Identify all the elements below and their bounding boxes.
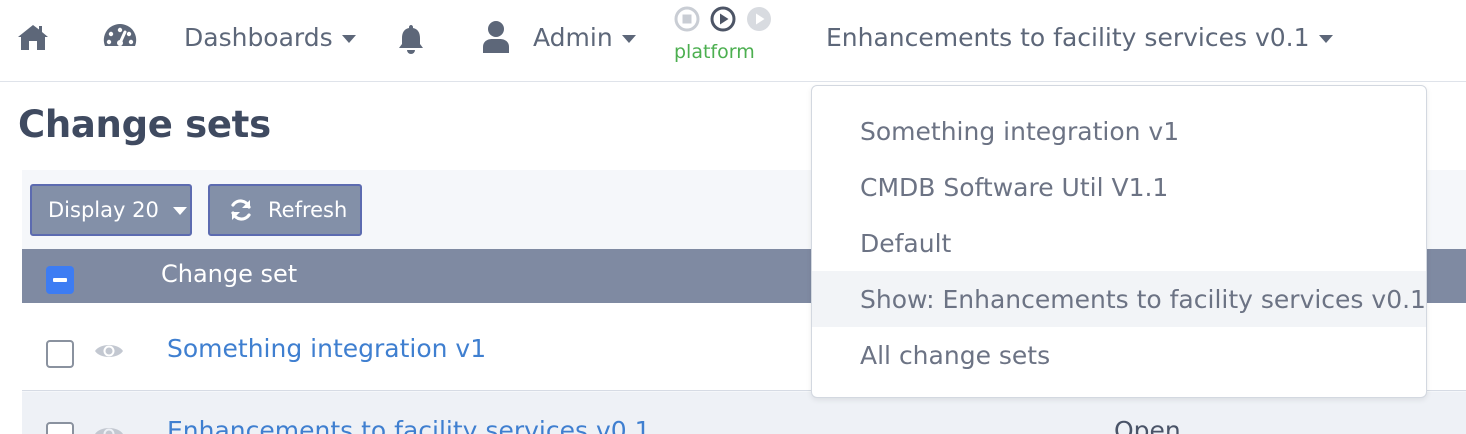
column-header-change-set: Change set [161, 260, 298, 288]
play-icon[interactable] [710, 6, 736, 32]
chevron-down-icon [621, 34, 636, 43]
refresh-button[interactable]: Refresh [208, 184, 362, 236]
display-count-button[interactable]: Display 20 [30, 184, 192, 236]
display-count-label: Display 20 [48, 198, 159, 222]
admin-label: Admin [533, 23, 613, 52]
row-checkbox[interactable] [46, 340, 74, 368]
home-icon[interactable] [16, 22, 50, 52]
dropdown-item-something-integration[interactable]: Something integration v1 [812, 103, 1426, 159]
media-controls [674, 6, 772, 32]
row-checkbox[interactable] [46, 422, 74, 434]
select-all-checkbox[interactable] [46, 266, 74, 294]
play-disabled-icon[interactable] [746, 6, 772, 32]
page-title: Change sets [18, 103, 271, 146]
stop-icon[interactable] [674, 6, 700, 32]
chevron-down-icon [172, 207, 187, 215]
dropdown-item-default[interactable]: Default [812, 215, 1426, 271]
dashboards-menu[interactable]: Dashboards [184, 23, 356, 52]
eye-icon[interactable] [94, 423, 124, 434]
row-link[interactable]: Something integration v1 [167, 334, 486, 363]
refresh-icon [228, 197, 254, 223]
chevron-down-icon [341, 34, 356, 43]
platform-label: platform [674, 41, 755, 63]
dropdown-item-cmdb-software-util[interactable]: CMDB Software Util V1.1 [812, 159, 1426, 215]
chevron-down-icon [1318, 34, 1333, 43]
eye-icon[interactable] [94, 340, 124, 366]
user-icon[interactable] [482, 20, 510, 54]
changeset-selector[interactable]: Enhancements to facility services v0.1 [826, 23, 1333, 52]
dropdown-item-show-current[interactable]: Show: Enhancements to facility services … [812, 271, 1426, 327]
speedometer-icon[interactable] [101, 21, 139, 55]
row-status: Open [1114, 416, 1181, 434]
changeset-selector-label: Enhancements to facility services v0.1 [826, 23, 1310, 52]
bell-icon[interactable] [397, 23, 425, 55]
top-navbar: Dashboards Admin platform Enhancements t… [0, 0, 1466, 82]
changeset-dropdown-menu: Something integration v1 CMDB Software U… [811, 85, 1427, 398]
refresh-label: Refresh [268, 198, 348, 222]
row-link[interactable]: Enhancements to facility services v0.1 [167, 416, 651, 434]
dashboards-label: Dashboards [184, 23, 333, 52]
dropdown-item-all-change-sets[interactable]: All change sets [812, 327, 1426, 383]
admin-menu[interactable]: Admin [533, 23, 636, 52]
